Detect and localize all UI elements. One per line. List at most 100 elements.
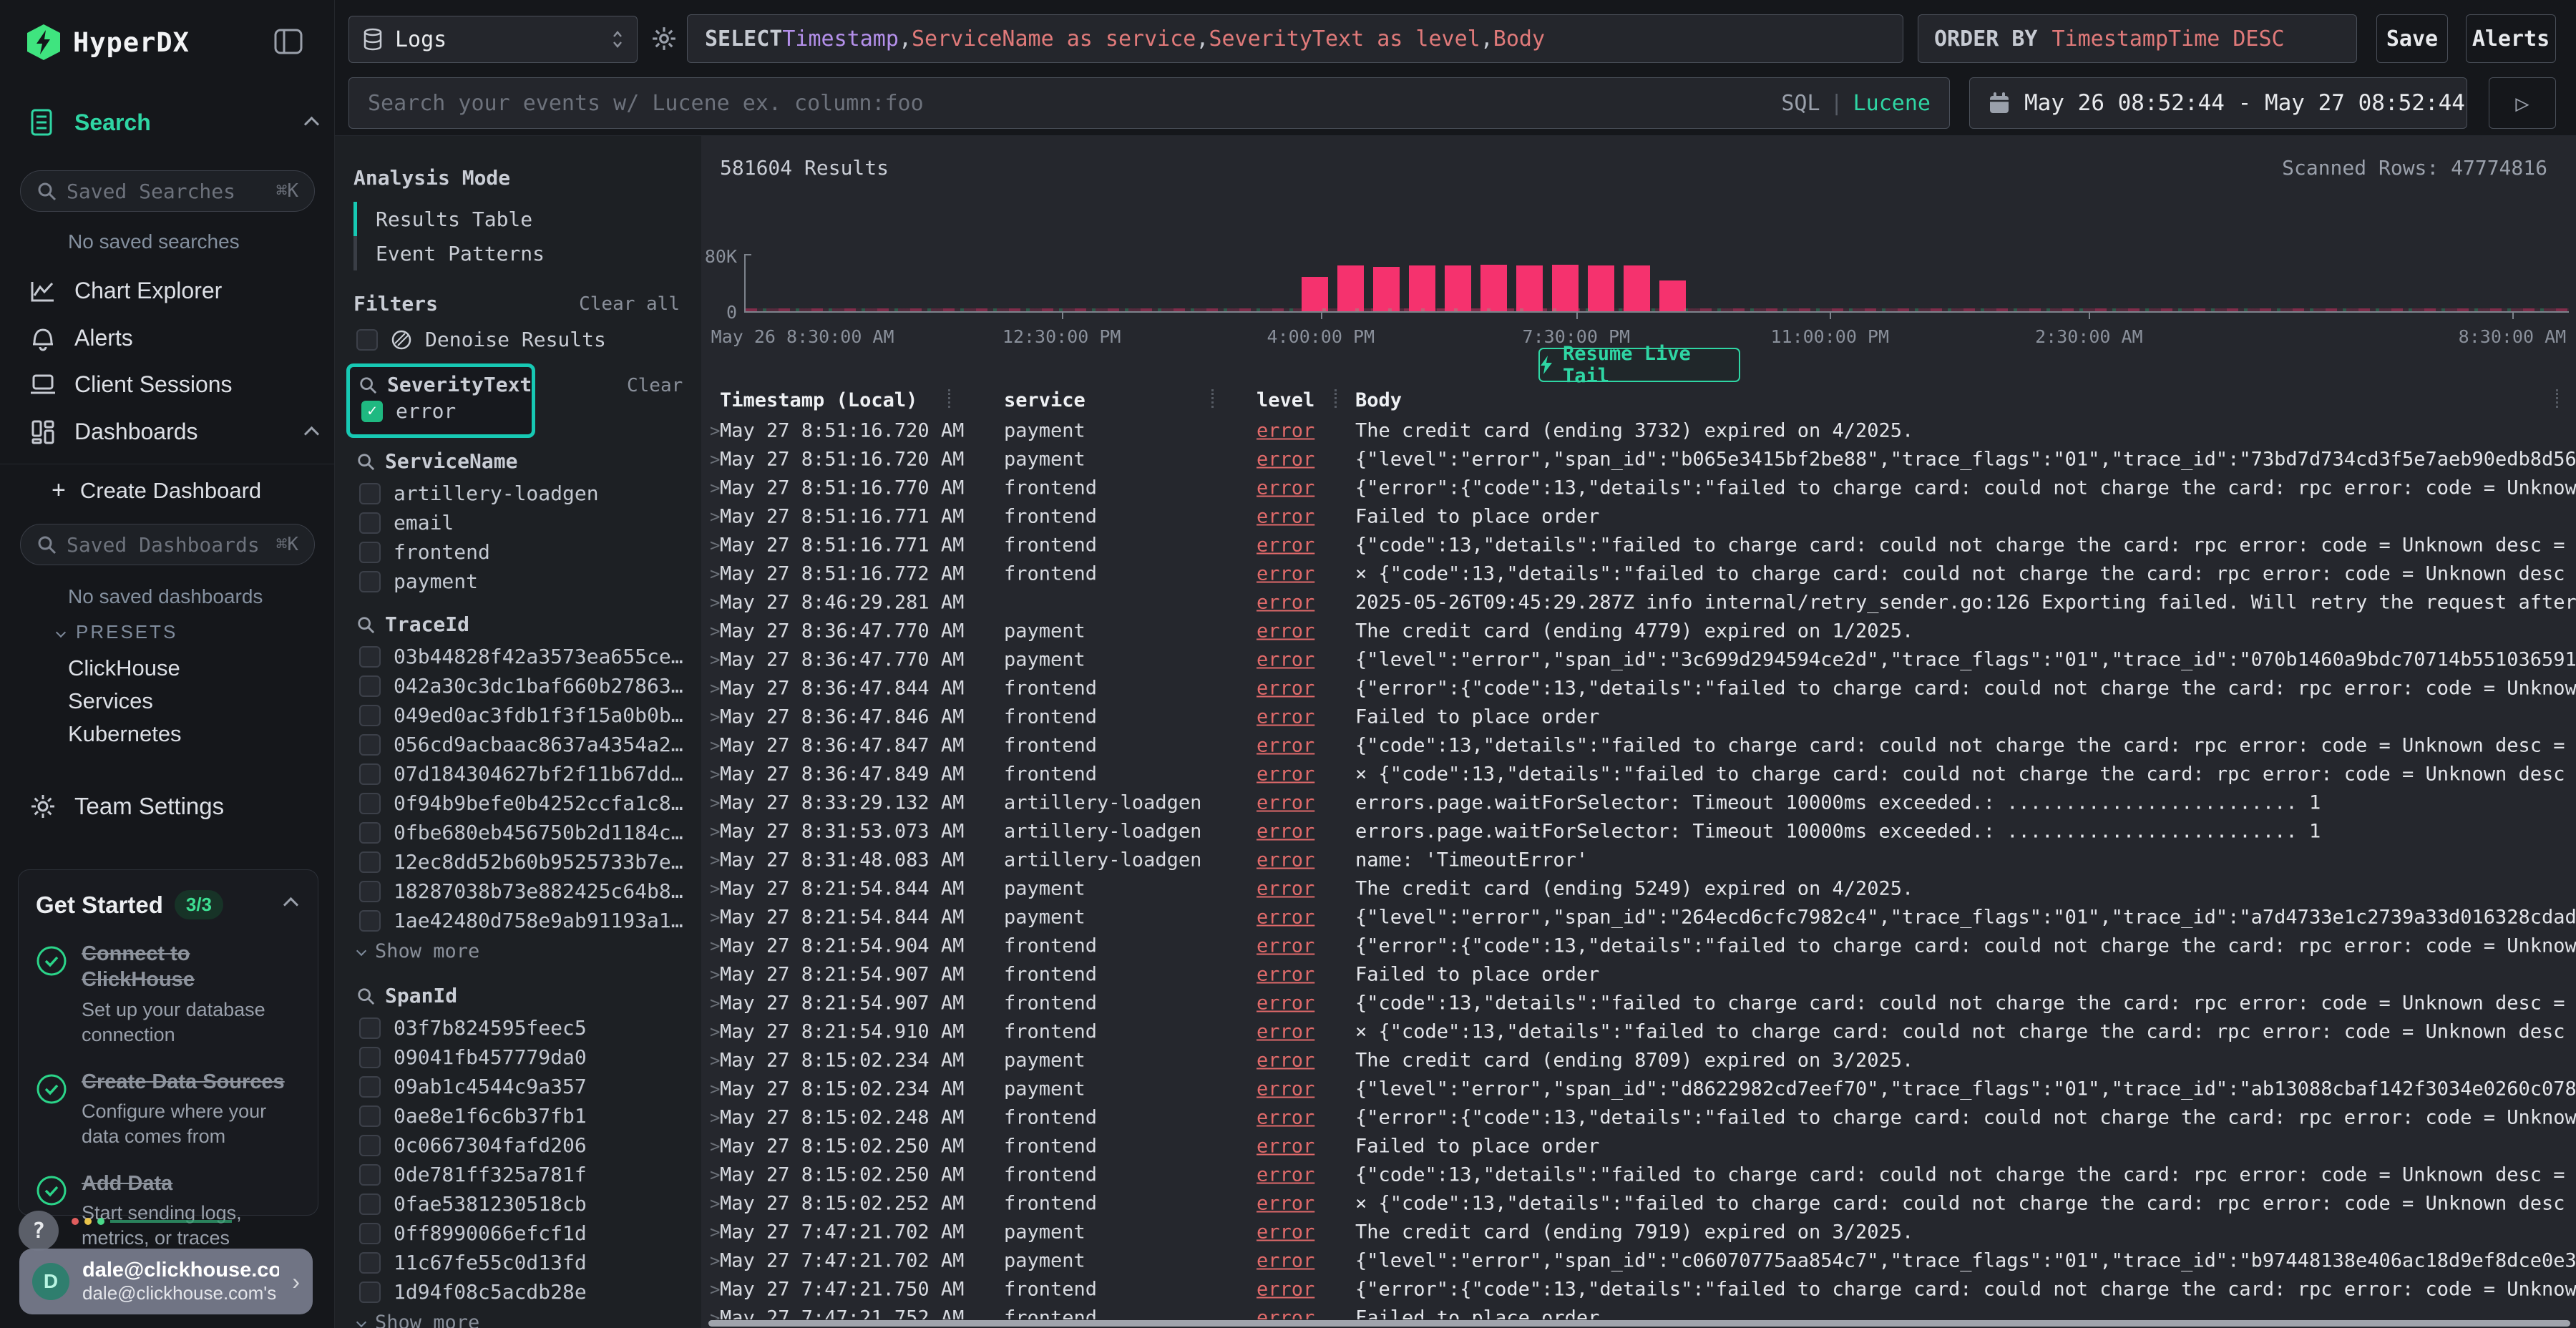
filter-group-title[interactable]: SpanId — [385, 984, 457, 1007]
saved-searches-input[interactable]: Saved Searches ⌘K — [20, 170, 315, 212]
checkbox-unchecked[interactable] — [359, 1281, 381, 1303]
filter-option[interactable]: 0c0667304fafd206 — [356, 1131, 694, 1160]
table-row[interactable]: >May 27 7:47:21.752 AMfrontenderrorFaile… — [701, 1304, 2576, 1319]
source-settings-gear-icon[interactable] — [644, 17, 684, 60]
table-row[interactable]: >May 27 8:15:02.234 AMpaymenterrorThe cr… — [701, 1046, 2576, 1075]
get-started-step[interactable]: Add Data Start sending logs, metrics, or… — [36, 1171, 301, 1251]
chevron-up-icon[interactable] — [304, 426, 319, 441]
row-expand-chevron[interactable]: > — [710, 907, 720, 927]
table-row[interactable]: >May 27 8:21:54.904 AMfrontenderror{"err… — [701, 932, 2576, 960]
sidebar-item-clickhouse[interactable]: ClickHouse — [68, 655, 180, 681]
saved-dashboards-input[interactable]: Saved Dashboards ⌘K — [20, 524, 315, 565]
table-row[interactable]: >May 27 8:36:47.770 AMpaymenterror{"leve… — [701, 645, 2576, 674]
checkbox-unchecked[interactable] — [359, 1076, 381, 1098]
resume-live-tail-button[interactable]: Resume Live Tail — [1538, 348, 1740, 382]
checkbox-unchecked[interactable] — [359, 1047, 381, 1068]
filter-option[interactable]: 12ec8dd52b60b9525733b7e… — [356, 847, 694, 877]
filter-option[interactable]: 0fbe680eb456750b2d1184c… — [356, 818, 694, 847]
row-expand-chevron[interactable]: > — [710, 564, 720, 584]
checkbox-checked[interactable]: ✓ — [361, 401, 383, 422]
row-expand-chevron[interactable]: > — [710, 507, 720, 527]
sidebar-item-team-settings[interactable]: Team Settings — [29, 793, 224, 820]
filter-option[interactable]: frontend — [356, 537, 694, 567]
source-select[interactable]: Logs — [348, 16, 638, 63]
sidebar-item-alerts[interactable]: Alerts — [29, 325, 133, 351]
sidebar-item-chart-explorer[interactable]: Chart Explorer — [29, 278, 222, 304]
row-expand-chevron[interactable]: > — [710, 421, 720, 441]
mode-sql-toggle[interactable]: SQL — [1781, 91, 1820, 116]
alerts-button[interactable]: Alerts — [2466, 14, 2556, 63]
table-row[interactable]: >May 27 8:51:16.770 AMfrontenderror{"err… — [701, 474, 2576, 502]
row-expand-chevron[interactable]: > — [710, 678, 720, 698]
filter-option[interactable]: 1ae42480d758e9ab91193a1… — [356, 906, 694, 935]
checkbox-unchecked[interactable] — [359, 1223, 381, 1244]
checkbox-unchecked[interactable] — [359, 483, 381, 504]
chevron-up-icon[interactable] — [304, 117, 319, 132]
checkbox-unchecked[interactable] — [359, 763, 381, 785]
run-query-button[interactable]: ▷ — [2489, 77, 2556, 129]
filter-group-title[interactable]: ServiceName — [385, 449, 517, 473]
filter-group-title[interactable]: SeverityText — [387, 373, 532, 396]
create-dashboard-button[interactable]: + Create Dashboard — [52, 477, 261, 504]
checkbox-unchecked[interactable] — [359, 1164, 381, 1186]
show-more-button[interactable]: Show more — [356, 1307, 694, 1328]
get-started-step[interactable]: Connect to ClickHouse Set up your databa… — [36, 941, 301, 1048]
row-expand-chevron[interactable]: > — [710, 936, 720, 956]
checkbox-unchecked[interactable] — [359, 1135, 381, 1156]
table-row[interactable]: >May 27 8:15:02.250 AMfrontenderrorFaile… — [701, 1132, 2576, 1161]
table-row[interactable]: >May 27 8:15:02.252 AMfrontenderror× {"c… — [701, 1189, 2576, 1218]
sidebar-item-kubernetes[interactable]: Kubernetes — [68, 721, 182, 747]
checkbox-unchecked[interactable] — [359, 512, 381, 534]
row-expand-chevron[interactable]: > — [710, 1165, 720, 1185]
table-row[interactable]: >May 27 8:51:16.772 AMfrontenderror× {"c… — [701, 560, 2576, 588]
row-expand-chevron[interactable]: > — [710, 1279, 720, 1299]
table-row[interactable]: >May 27 8:31:53.073 AMartillery-loadgene… — [701, 817, 2576, 846]
filter-option-error[interactable]: ✓ error — [358, 396, 523, 426]
column-resize-handle[interactable] — [1335, 389, 1337, 408]
checkbox-unchecked[interactable] — [359, 851, 381, 873]
table-row[interactable]: >May 27 7:47:21.702 AMpaymenterrorThe cr… — [701, 1218, 2576, 1246]
checkbox-unchecked[interactable] — [359, 542, 381, 563]
checkbox-unchecked[interactable] — [359, 1017, 381, 1039]
row-expand-chevron[interactable]: > — [710, 1308, 720, 1319]
save-button[interactable]: Save — [2376, 14, 2448, 63]
logo[interactable]: HyperDX — [27, 24, 190, 60]
row-expand-chevron[interactable]: > — [710, 736, 720, 756]
row-expand-chevron[interactable]: > — [710, 1136, 720, 1156]
table-row[interactable]: >May 27 8:21:54.844 AMpaymenterror{"leve… — [701, 903, 2576, 932]
column-header-level[interactable]: level — [1257, 389, 1314, 411]
row-expand-chevron[interactable]: > — [710, 764, 720, 784]
checkbox-unchecked[interactable] — [359, 881, 381, 902]
results-histogram[interactable]: 80K 0 May 26 8:30:00 AM12:30:00 PM4:00:0… — [701, 186, 2576, 351]
filter-option[interactable]: 09ab1c4544c9a357 — [356, 1072, 694, 1101]
row-expand-chevron[interactable]: > — [710, 621, 720, 641]
filter-option[interactable]: 03b44828f42a3573ea655ce… — [356, 642, 694, 671]
table-row[interactable]: >May 27 8:51:16.720 AMpaymenterrorThe cr… — [701, 416, 2576, 445]
checkbox-unchecked[interactable] — [359, 646, 381, 668]
denoise-results-toggle[interactable]: Denoise Results — [356, 328, 606, 351]
checkbox-unchecked[interactable] — [359, 910, 381, 932]
filter-option[interactable]: 042a30c3dc1baf660b27863… — [356, 671, 694, 700]
column-resize-handle[interactable] — [948, 389, 950, 408]
filter-option[interactable]: payment — [356, 567, 694, 596]
table-row[interactable]: >May 27 8:21:54.907 AMfrontenderror{"cod… — [701, 989, 2576, 1017]
tab-results-table[interactable]: Results Table — [353, 202, 545, 236]
filter-option[interactable]: 1d94f08c5acdb28e — [356, 1277, 694, 1307]
table-row[interactable]: >May 27 8:21:54.910 AMfrontenderror× {"c… — [701, 1017, 2576, 1046]
checkbox-unchecked[interactable] — [356, 329, 378, 351]
order-by-input[interactable]: ORDER BY TimestampTime DESC — [1918, 14, 2357, 63]
row-expand-chevron[interactable]: > — [710, 707, 720, 727]
sql-select-input[interactable]: SELECT Timestamp, ServiceName as service… — [687, 14, 1903, 63]
row-expand-chevron[interactable]: > — [710, 1022, 720, 1042]
user-account-chip[interactable]: D dale@clickhouse.com dale@clickhouse.co… — [19, 1249, 313, 1314]
filter-option[interactable]: 0ff8990066efcf1d — [356, 1219, 694, 1248]
sidebar-item-services[interactable]: Services — [68, 688, 153, 714]
row-expand-chevron[interactable]: > — [710, 1251, 720, 1271]
table-row[interactable]: >May 27 8:36:47.770 AMpaymenterrorThe cr… — [701, 617, 2576, 645]
filter-option[interactable]: 0f94b9befe0b4252ccfa1c8… — [356, 788, 694, 818]
filter-option[interactable]: 09041fb457779da0 — [356, 1043, 694, 1072]
get-started-step[interactable]: Create Data Sources Configure where your… — [36, 1069, 301, 1149]
row-expand-chevron[interactable]: > — [710, 478, 720, 498]
filter-option[interactable]: 0de781ff325a781f — [356, 1160, 694, 1189]
help-button[interactable]: ? — [19, 1211, 59, 1251]
